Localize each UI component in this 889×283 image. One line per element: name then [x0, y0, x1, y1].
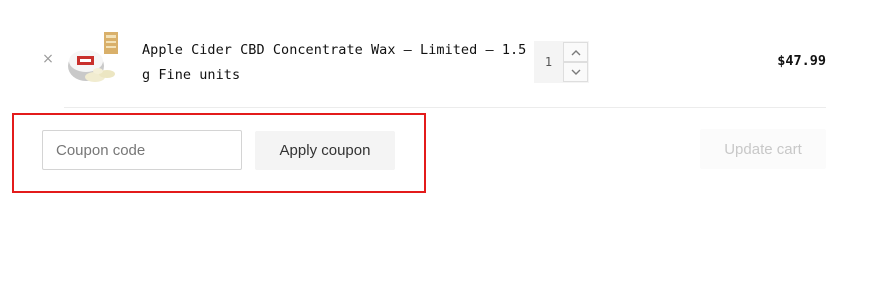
item-price: $47.99 — [777, 53, 826, 69]
chevron-up-icon — [571, 49, 580, 55]
quantity-stepper[interactable]: 1 — [534, 41, 589, 83]
product-name-link[interactable]: Apple Cider CBD Concentrate Wax – Limite… — [142, 38, 534, 88]
chevron-down-icon — [571, 69, 580, 75]
quantity-decrease-button[interactable] — [563, 62, 588, 82]
coupon-code-input[interactable] — [42, 130, 242, 170]
remove-item-button[interactable]: × — [42, 52, 54, 66]
update-cart-button[interactable]: Update cart — [700, 129, 826, 169]
quantity-value[interactable]: 1 — [534, 41, 563, 83]
quantity-increase-button[interactable] — [563, 42, 588, 62]
row-divider — [64, 107, 826, 108]
apply-coupon-button[interactable]: Apply coupon — [255, 131, 395, 170]
product-thumbnail-icon[interactable] — [64, 30, 122, 86]
